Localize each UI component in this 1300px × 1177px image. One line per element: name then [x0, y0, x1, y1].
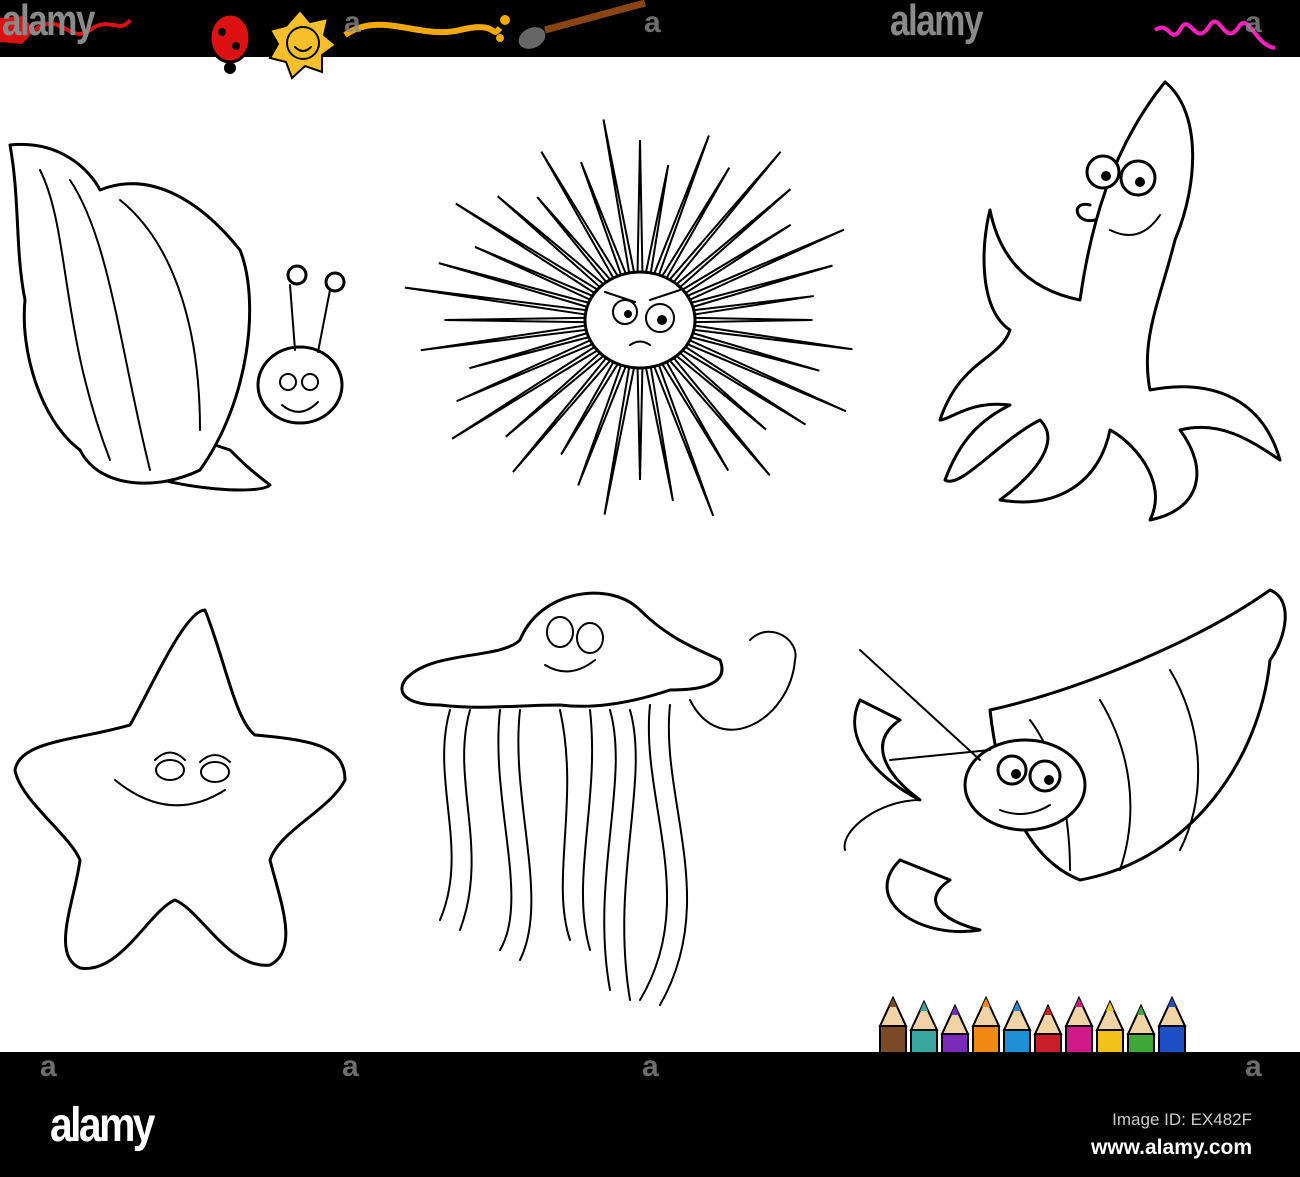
urchin-spike — [420, 323, 593, 352]
starfish-drawing — [13, 608, 347, 970]
sea-urchin-drawing — [404, 119, 853, 517]
urchin-spike — [672, 188, 792, 291]
urchin-spike — [687, 323, 853, 351]
urchin-spike — [497, 195, 608, 291]
watermark-letter: a — [642, 1050, 659, 1083]
urchin-spike — [636, 139, 644, 277]
urchin-spike — [644, 363, 674, 501]
urchin-spike — [602, 119, 636, 277]
watermark-letter: a — [342, 1050, 359, 1083]
urchin-spike — [603, 363, 636, 515]
sea-snail-drawing — [8, 142, 346, 492]
urchin-spike — [636, 363, 644, 481]
urchin-spike — [444, 316, 592, 324]
sun-icon — [268, 8, 338, 80]
paint-brush-icon — [343, 0, 646, 49]
watermark-letter: a — [1245, 1050, 1262, 1083]
image-id: Image ID: EX482F — [1112, 1110, 1252, 1129]
hermit-crab-drawing — [843, 588, 1287, 933]
watermark-letter: a — [40, 1050, 57, 1083]
site-url[interactable]: www.alamy.com — [1091, 1136, 1252, 1160]
alamy-logo: alamy — [50, 1099, 155, 1152]
octopus-drawing — [938, 80, 1282, 522]
ladybug-icon — [208, 12, 252, 74]
jellyfish-drawing — [400, 591, 797, 1006]
watermark-letter: a — [1245, 6, 1262, 39]
urchin-spike — [688, 316, 813, 324]
watermark-brand: alamy — [890, 0, 983, 45]
urchin-spike — [404, 286, 593, 317]
watermark-brand: alamy — [2, 0, 95, 45]
watermark-letter: a — [344, 6, 361, 39]
coloring-page-illustration — [0, 0, 1287, 1089]
watermark-letter: a — [644, 6, 661, 39]
